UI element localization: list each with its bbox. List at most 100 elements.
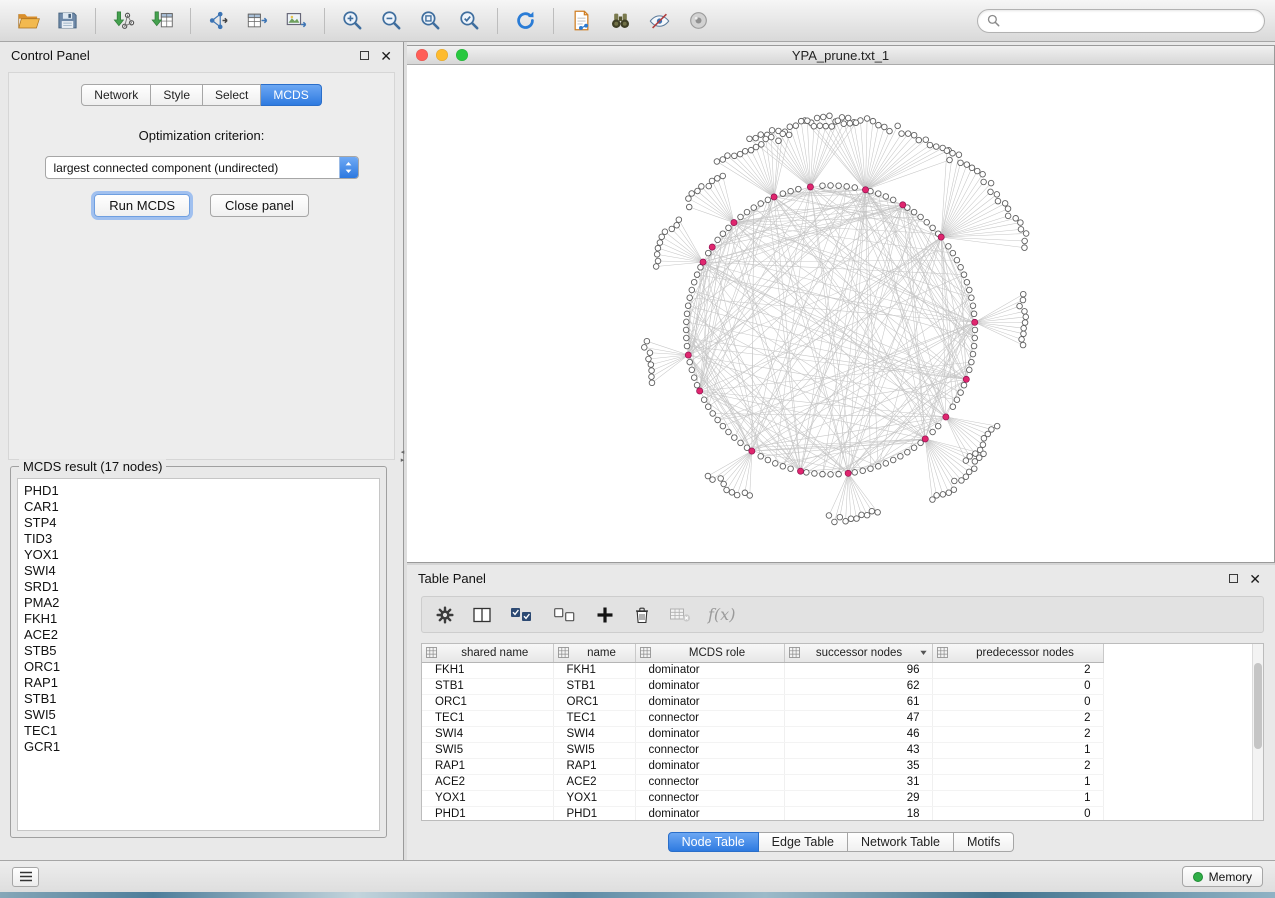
mcds-result-item[interactable]: PMA2: [24, 595, 373, 611]
table-cell[interactable]: dominator: [635, 726, 784, 742]
table-cell[interactable]: RAP1: [553, 758, 635, 774]
table-cell[interactable]: 1: [932, 790, 1103, 806]
table-cell[interactable]: dominator: [635, 806, 784, 821]
mcds-result-item[interactable]: SRD1: [24, 579, 373, 595]
close-panel-button[interactable]: Close panel: [210, 194, 309, 217]
table-row[interactable]: TEC1TEC1connector472: [422, 710, 1103, 726]
table-cell[interactable]: 62: [784, 678, 932, 694]
table-row[interactable]: YOX1YOX1connector291: [422, 790, 1103, 806]
mcds-result-item[interactable]: PHD1: [24, 483, 373, 499]
mcds-result-item[interactable]: STP4: [24, 515, 373, 531]
table-cell[interactable]: 0: [932, 694, 1103, 710]
column-header-name[interactable]: name: [553, 644, 635, 662]
table-cell[interactable]: 29: [784, 790, 932, 806]
table-cell[interactable]: 96: [784, 662, 932, 678]
table-row[interactable]: ACE2ACE2connector311: [422, 774, 1103, 790]
table-row[interactable]: SWI4SWI4dominator462: [422, 726, 1103, 742]
find-button[interactable]: [602, 5, 639, 37]
splitter-grip[interactable]: ◂▸: [398, 446, 407, 468]
table-cell[interactable]: 47: [784, 710, 932, 726]
table-cell[interactable]: 1: [932, 774, 1103, 790]
table-cell[interactable]: ORC1: [553, 694, 635, 710]
table-cell[interactable]: 0: [932, 678, 1103, 694]
table-cell[interactable]: SWI4: [553, 726, 635, 742]
mcds-result-item[interactable]: RAP1: [24, 675, 373, 691]
table-cell[interactable]: YOX1: [422, 790, 553, 806]
panel-menu-button[interactable]: [12, 867, 39, 887]
close-table-panel-icon[interactable]: ✕: [1249, 572, 1261, 586]
column-header-MCDS-role[interactable]: MCDS role: [635, 644, 784, 662]
mcds-result-item[interactable]: SWI4: [24, 563, 373, 579]
deselect-all-button[interactable]: [552, 603, 578, 627]
column-header-shared-name[interactable]: shared name: [422, 644, 553, 662]
import-network-button[interactable]: [105, 5, 142, 37]
mcds-result-item[interactable]: TEC1: [24, 723, 373, 739]
tab-motifs[interactable]: Motifs: [954, 832, 1014, 852]
mcds-result-item[interactable]: FKH1: [24, 611, 373, 627]
mcds-result-item[interactable]: ACE2: [24, 627, 373, 643]
table-cell[interactable]: YOX1: [553, 790, 635, 806]
columns-button[interactable]: [472, 603, 492, 627]
memory-button[interactable]: Memory: [1182, 866, 1263, 887]
export-image-button[interactable]: [278, 5, 315, 37]
zoom-fit-button[interactable]: [412, 5, 449, 37]
table-cell[interactable]: 2: [932, 710, 1103, 726]
tab-network[interactable]: Network: [81, 84, 151, 106]
close-window-icon[interactable]: [416, 49, 428, 61]
zoom-out-button[interactable]: [373, 5, 410, 37]
search-box[interactable]: [977, 9, 1265, 33]
table-cell[interactable]: PHD1: [422, 806, 553, 821]
tab-network-table[interactable]: Network Table: [848, 832, 954, 852]
add-row-button[interactable]: [595, 603, 615, 627]
table-row[interactable]: ORC1ORC1dominator610: [422, 694, 1103, 710]
table-cell[interactable]: SWI5: [553, 742, 635, 758]
table-cell[interactable]: 35: [784, 758, 932, 774]
open-session-button[interactable]: [10, 5, 47, 37]
table-cell[interactable]: FKH1: [553, 662, 635, 678]
table-cell[interactable]: ACE2: [422, 774, 553, 790]
table-scrollbar-thumb[interactable]: [1254, 663, 1262, 749]
tab-node-table[interactable]: Node Table: [668, 832, 759, 852]
tab-style[interactable]: Style: [151, 84, 203, 106]
table-cell[interactable]: STB1: [422, 678, 553, 694]
mcds-result-item[interactable]: STB1: [24, 691, 373, 707]
minimize-window-icon[interactable]: [436, 49, 448, 61]
table-scrollbar[interactable]: [1252, 644, 1263, 820]
table-cell[interactable]: connector: [635, 742, 784, 758]
table-cell[interactable]: ORC1: [422, 694, 553, 710]
table-cell[interactable]: PHD1: [553, 806, 635, 821]
table-row[interactable]: RAP1RAP1dominator352: [422, 758, 1103, 774]
mcds-result-item[interactable]: STB5: [24, 643, 373, 659]
optimization-criterion-select[interactable]: largest connected component (undirected): [45, 156, 359, 179]
settings-button[interactable]: [435, 603, 455, 627]
export-network-button[interactable]: [200, 5, 237, 37]
network-canvas[interactable]: [407, 65, 1274, 562]
mcds-result-list[interactable]: PHD1CAR1STP4TID3YOX1SWI4SRD1PMA2FKH1ACE2…: [17, 478, 380, 831]
maximize-window-icon[interactable]: [456, 49, 468, 61]
refresh-layout-button[interactable]: [507, 5, 544, 37]
column-header-successor-nodes[interactable]: successor nodes: [784, 644, 932, 662]
close-panel-icon[interactable]: ✕: [380, 49, 392, 63]
mcds-result-item[interactable]: CAR1: [24, 499, 373, 515]
share-document-button[interactable]: [563, 5, 600, 37]
table-cell[interactable]: SWI4: [422, 726, 553, 742]
graphics-details-button[interactable]: [641, 5, 678, 37]
mcds-result-item[interactable]: YOX1: [24, 547, 373, 563]
table-cell[interactable]: TEC1: [553, 710, 635, 726]
table-cell[interactable]: connector: [635, 710, 784, 726]
table-cell[interactable]: 2: [932, 662, 1103, 678]
run-mcds-button[interactable]: Run MCDS: [94, 194, 190, 217]
table-cell[interactable]: 0: [932, 806, 1103, 821]
table-row[interactable]: FKH1FKH1dominator962: [422, 662, 1103, 678]
select-all-button[interactable]: [509, 603, 535, 627]
mcds-result-item[interactable]: TID3: [24, 531, 373, 547]
float-panel-icon[interactable]: [360, 51, 369, 60]
search-input[interactable]: [1005, 14, 1255, 28]
export-table-button[interactable]: [239, 5, 276, 37]
delete-table-button[interactable]: [669, 603, 691, 627]
table-cell[interactable]: RAP1: [422, 758, 553, 774]
table-cell[interactable]: dominator: [635, 758, 784, 774]
table-cell[interactable]: TEC1: [422, 710, 553, 726]
tab-mcds[interactable]: MCDS: [261, 84, 321, 106]
table-cell[interactable]: 46: [784, 726, 932, 742]
